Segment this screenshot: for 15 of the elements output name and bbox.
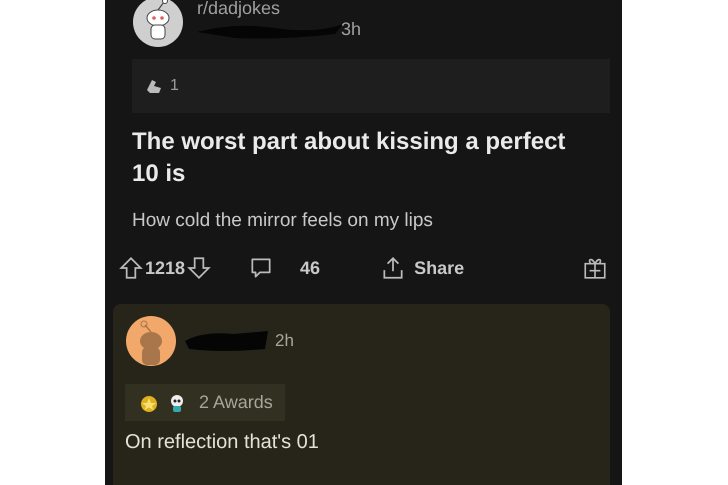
awards-count: 2 Awards bbox=[199, 392, 273, 413]
post-title: The worst part about kissing a perfect 10 is bbox=[132, 127, 566, 189]
downvote-icon[interactable] bbox=[186, 255, 212, 281]
comment-age: 2h bbox=[275, 331, 294, 351]
robot-avatar-icon bbox=[125, 315, 177, 367]
upvote-icon[interactable] bbox=[118, 255, 144, 281]
robot-avatar-icon bbox=[132, 0, 184, 48]
subreddit-name[interactable]: r/dadjokes bbox=[197, 0, 362, 19]
award-count: 1 bbox=[170, 77, 179, 95]
comment-text: On reflection that's 01 bbox=[125, 431, 320, 454]
comments-button[interactable]: 46 bbox=[248, 255, 320, 281]
post-age: 3h bbox=[341, 19, 362, 40]
post-body: How cold the mirror feels on my lips bbox=[132, 210, 434, 232]
vote-score: 1218 bbox=[145, 258, 186, 278]
share-button[interactable]: Share bbox=[380, 255, 464, 281]
